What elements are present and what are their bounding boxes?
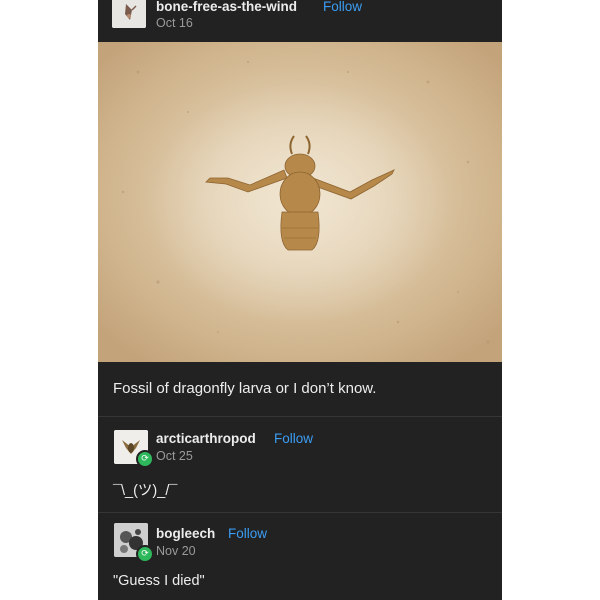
fossil-image — [98, 42, 502, 362]
follow-button[interactable]: Follow — [323, 0, 362, 14]
post-caption: Fossil of dragonfly larva or I don’t kno… — [113, 380, 377, 397]
reblog-text: ¯\_(ツ)_/¯ — [113, 483, 178, 499]
reblog-username[interactable]: arcticarthropod — [156, 431, 256, 446]
post-date: Oct 16 — [156, 16, 193, 30]
reblog-date: Oct 25 — [156, 449, 193, 463]
divider — [98, 512, 502, 513]
reblog-username[interactable]: bogleech — [156, 526, 215, 541]
divider — [98, 416, 502, 417]
post-author-username[interactable]: bone-free-as-the-wind — [156, 0, 297, 14]
post-header: bone-free-as-the-wind Follow Oct 16 — [98, 0, 502, 40]
follow-button[interactable]: Follow — [274, 431, 313, 446]
fossil-photo — [98, 42, 502, 362]
follow-button[interactable]: Follow — [228, 526, 267, 541]
tumblr-post: bone-free-as-the-wind Follow Oct 16 Foss… — [98, 0, 502, 600]
avatar-image — [112, 0, 146, 28]
reblog-icon: ⟳ — [136, 545, 154, 563]
reblog-icon: ⟳ — [136, 450, 154, 468]
reblog-date: Nov 20 — [156, 544, 196, 558]
reblog-text: "Guess I died" — [113, 573, 205, 589]
avatar[interactable] — [112, 0, 146, 28]
